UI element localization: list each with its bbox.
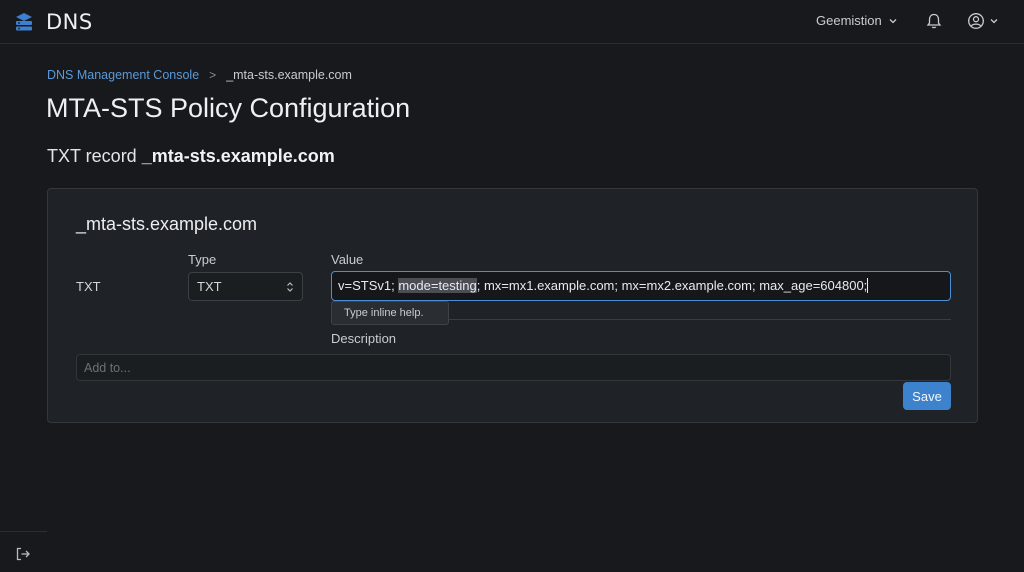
breadcrumb-separator: > <box>209 68 217 82</box>
record-type-text: TXT <box>76 279 101 294</box>
type-select-value: TXT <box>197 279 222 294</box>
subtitle-record-name: _mta-sts.example.com <box>141 146 335 166</box>
user-circle-icon <box>968 13 984 29</box>
account-switcher[interactable]: Geemistion <box>816 13 898 28</box>
type-label: Type <box>188 252 217 267</box>
account-label: Geemistion <box>816 13 882 28</box>
value-input[interactable]: v=STSv1; mode=testing; mx=mx1.example.co… <box>331 271 951 301</box>
notifications-button[interactable] <box>925 12 943 35</box>
record-card: _mta-sts.example.com TXT Type TXT Value … <box>47 188 978 423</box>
save-button[interactable]: Save <box>903 382 951 410</box>
server-stack-icon <box>16 13 32 31</box>
record-name-heading: _mta-sts.example.com <box>76 214 258 234</box>
value-text-after: ; mx=mx1.example.com; mx=mx2.example.com… <box>476 278 868 293</box>
type-select[interactable]: TXT <box>188 272 303 301</box>
description-label: Description <box>331 331 397 346</box>
breadcrumb-current: _mta-sts.example.com <box>226 68 352 82</box>
value-text-before: v=STSv1; <box>338 278 399 293</box>
subtitle-prefix: TXT record <box>47 146 137 166</box>
description-input[interactable]: Add to... <box>76 354 951 381</box>
chevron-down-icon <box>990 19 998 24</box>
breadcrumb-root-link[interactable]: DNS Management Console <box>47 68 199 82</box>
top-bar: DNS Geemistion <box>0 0 1024 44</box>
user-menu[interactable] <box>967 12 999 30</box>
logout-button[interactable] <box>0 531 47 572</box>
text-caret <box>867 278 869 293</box>
app-title: DNS <box>46 10 93 34</box>
inline-help-tooltip: Type inline help. <box>331 301 449 325</box>
logout-icon <box>16 547 30 561</box>
brand[interactable]: DNS <box>14 10 93 34</box>
value-label: Value <box>331 252 364 267</box>
bell-icon <box>926 13 942 29</box>
page-title: MTA-STS Policy Configuration <box>46 93 411 123</box>
value-text-selected: mode=testing <box>398 278 477 293</box>
record-subtitle: TXT record _mta-sts.example.com <box>47 146 335 167</box>
chevron-down-icon <box>889 18 897 23</box>
select-arrows-icon <box>287 282 293 292</box>
breadcrumb: DNS Management Console > _mta-sts.exampl… <box>47 68 352 82</box>
